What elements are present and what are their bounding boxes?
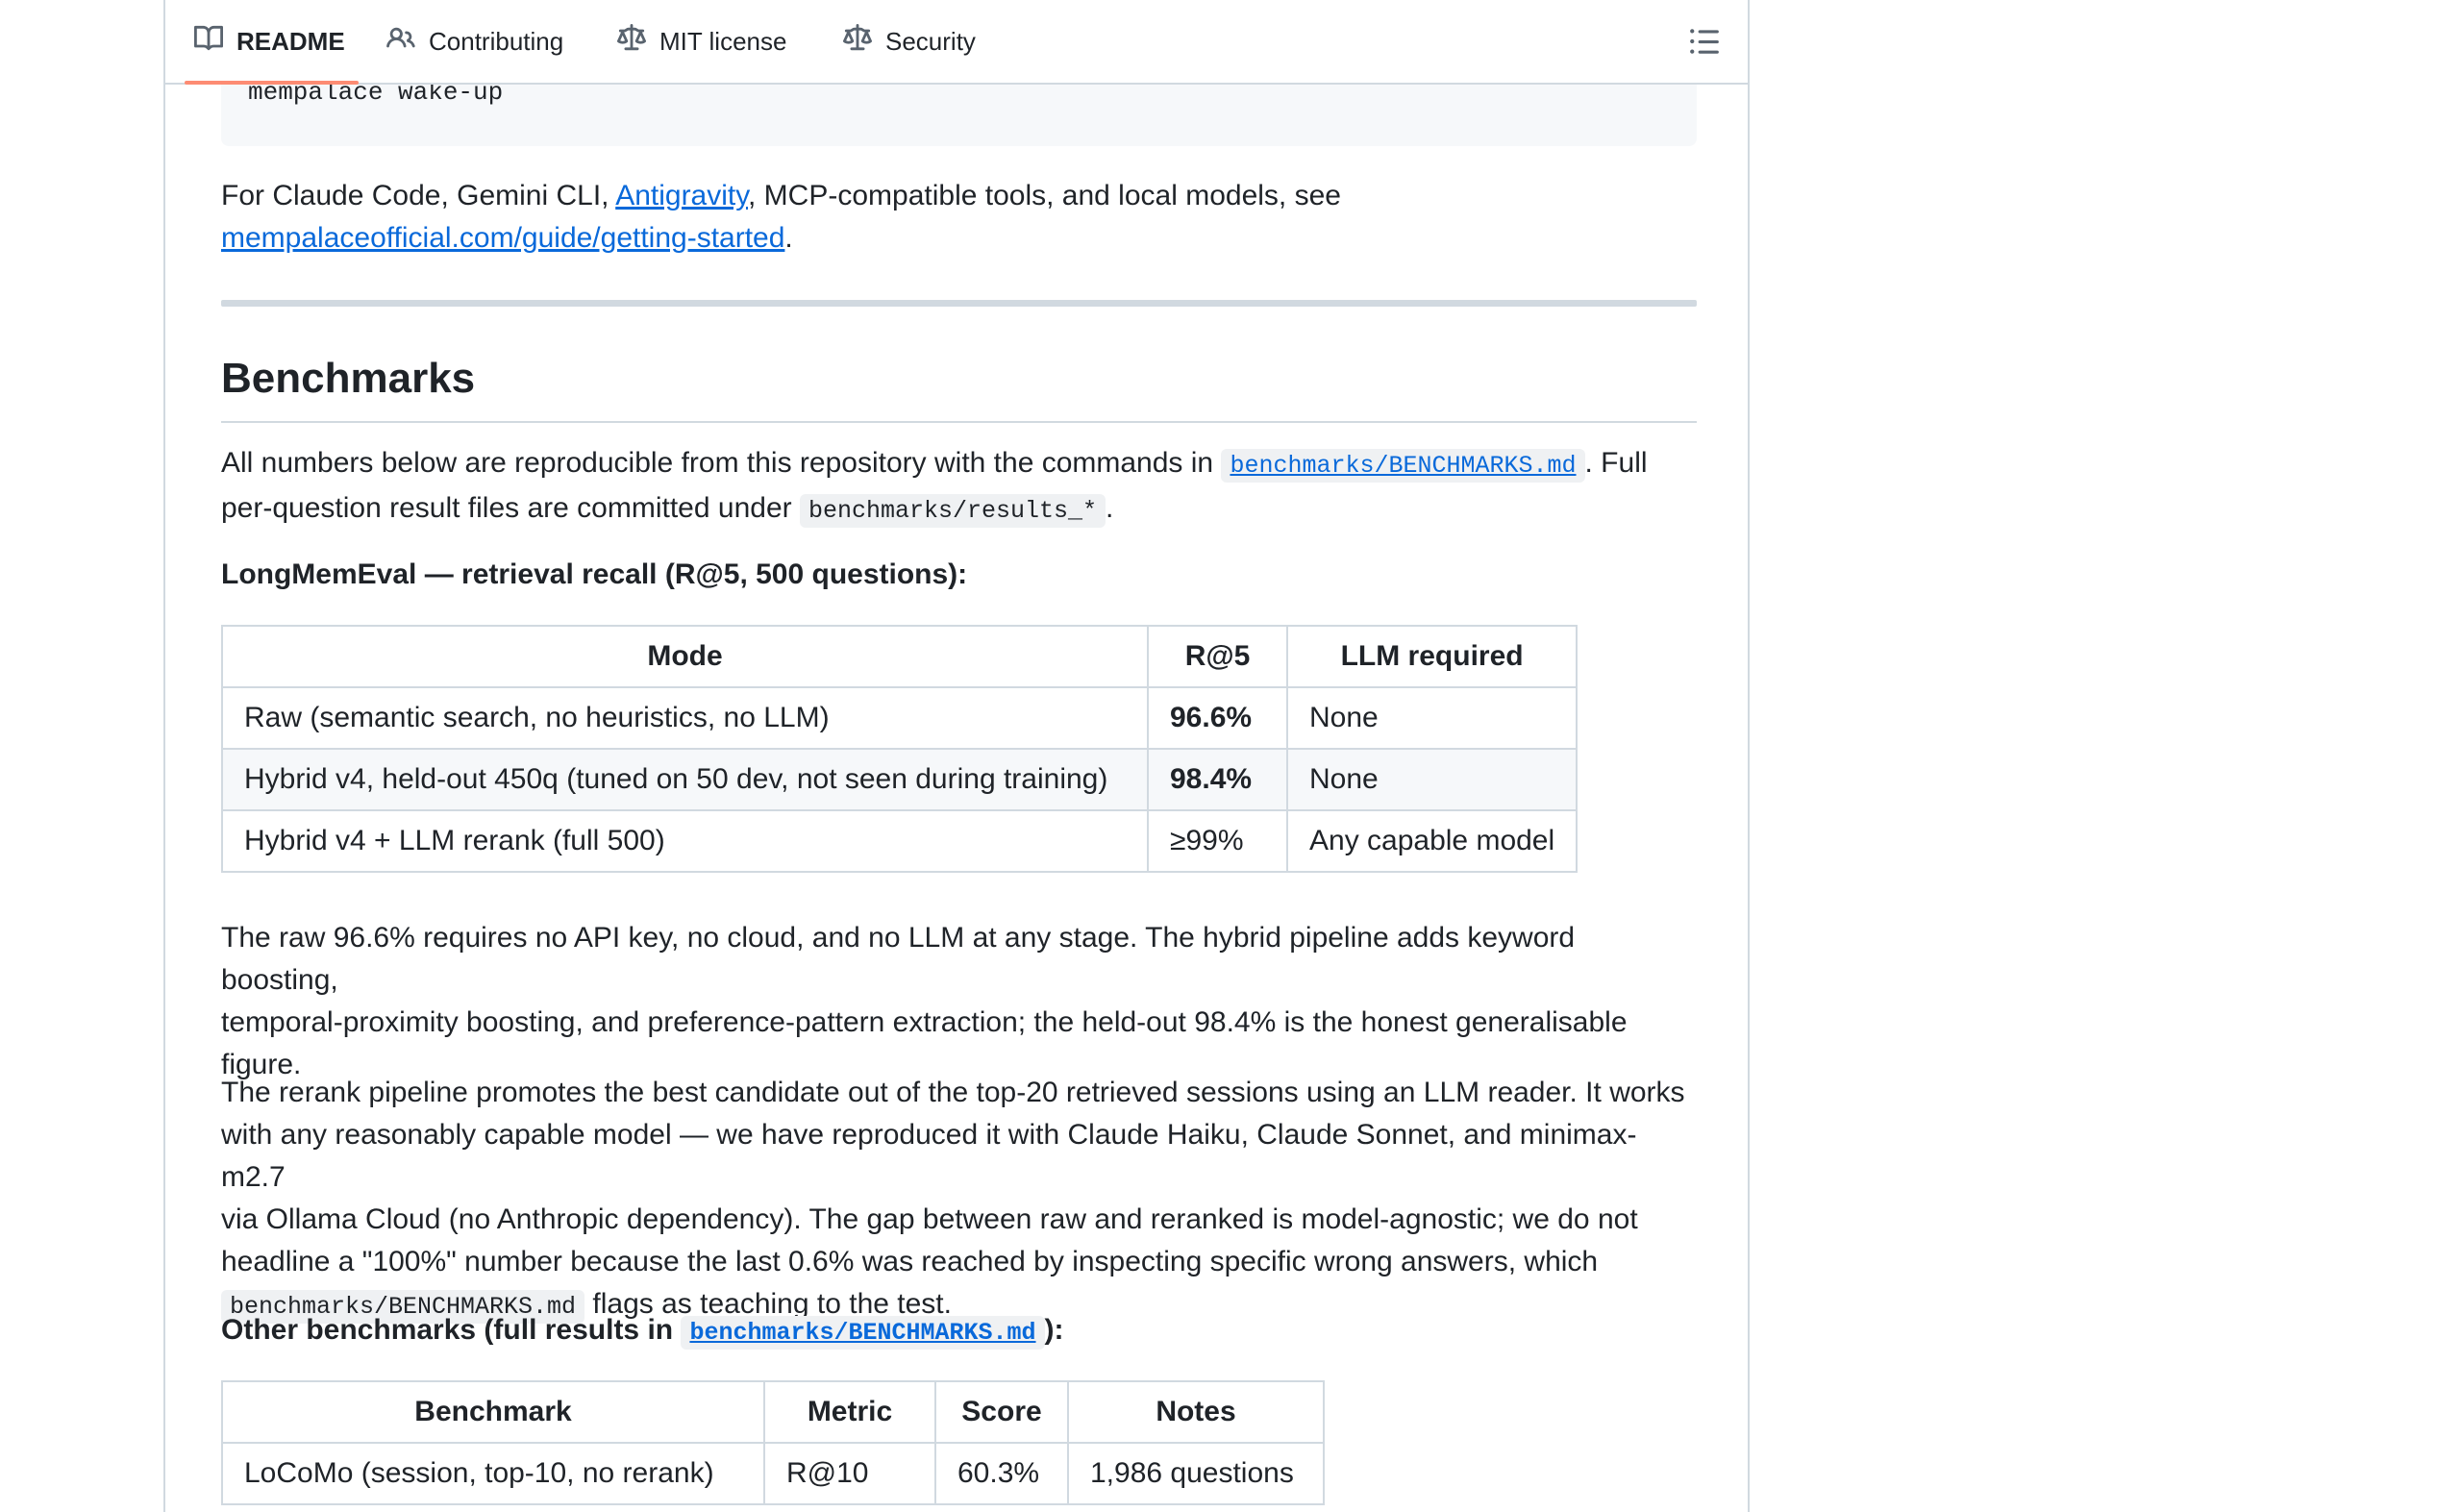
column-header: Benchmark <box>221 1380 765 1444</box>
tab-readme-label: README <box>236 26 345 56</box>
rerank-explanation-paragraph: The rerank pipeline promotes the best ca… <box>221 1072 1697 1328</box>
table-cell: 98.4% <box>1147 748 1288 811</box>
intro-text: For Claude Code, Gemini CLI, <box>221 180 616 211</box>
table-cell: 1,986 questions <box>1067 1442 1325 1505</box>
list-icon[interactable] <box>1688 25 1721 58</box>
table-header-row: Mode R@5 LLM required <box>221 625 1579 688</box>
divider <box>221 300 1697 307</box>
column-header: R@5 <box>1147 625 1288 688</box>
table-row: LoCoMo (session, top-10, no rerank) R@10… <box>221 1442 1325 1505</box>
paragraph-line: temporal-proximity boosting, and prefere… <box>221 1006 1628 1038</box>
paragraph-line: via Ollama Cloud (no Anthropic dependenc… <box>221 1203 1638 1235</box>
antigravity-link[interactable]: Antigravity <box>615 180 748 211</box>
benchmarks-md-link-2[interactable]: benchmarks/BENCHMARKS.md <box>681 1316 1045 1350</box>
benchmarks-intro: All numbers below are reproducible from … <box>221 442 1697 533</box>
paragraph-line: The rerank pipeline promotes the best ca… <box>221 1077 1685 1108</box>
book-icon <box>194 24 236 60</box>
table-cell: R@10 <box>763 1442 936 1505</box>
readme-tab-bar: README Contributing MIT license Security <box>165 0 1748 85</box>
table-cell: None <box>1285 686 1579 750</box>
intro-paragraph: For Claude Code, Gemini CLI, Antigravity… <box>221 175 1697 260</box>
tab-mit-license[interactable]: MIT license <box>617 0 786 83</box>
law-icon <box>617 23 659 60</box>
table-cell: None <box>1285 748 1579 811</box>
table-cell: 96.6% <box>1147 686 1288 750</box>
table-header-row: Benchmark Metric Score Notes <box>221 1380 1325 1444</box>
people-icon <box>386 24 429 60</box>
paragraph-line: The raw 96.6% requires no API key, no cl… <box>221 922 1576 996</box>
table-cell: Raw (semantic search, no heuristics, no … <box>221 686 1149 750</box>
column-header: Metric <box>763 1380 936 1444</box>
benchmarks-intro-text-2: . Full <box>1584 447 1648 479</box>
table-cell: Any capable model <box>1285 809 1579 873</box>
benchmarks-intro-text: All numbers below are reproducible from … <box>221 447 1222 479</box>
column-header: Notes <box>1067 1380 1325 1444</box>
readme-panel: README Contributing MIT license Security… <box>163 0 1750 1512</box>
table-cell: Hybrid v4 + LLM rerank (full 500) <box>221 809 1149 873</box>
longmemeval-title: LongMemEval — retrieval recall (R@5, 500… <box>221 558 968 590</box>
intro-text-2: , MCP-compatible tools, and local models… <box>748 180 1341 211</box>
tab-contributing[interactable]: Contributing <box>386 0 563 83</box>
intro-text-end: . <box>784 222 793 254</box>
law-icon <box>843 23 885 60</box>
paragraph-line: with any reasonably capable model — we h… <box>221 1119 1637 1193</box>
tab-security-label: Security <box>885 26 976 56</box>
tab-contributing-label: Contributing <box>429 26 564 56</box>
getting-started-link[interactable]: mempalaceofficial.com/guide/getting-star… <box>221 222 784 254</box>
table-row: Hybrid v4 + LLM rerank (full 500) ≥99% A… <box>221 809 1579 873</box>
benchmarks-intro-text-3: per-question result files are committed … <box>221 492 800 524</box>
benchmarks-md-link[interactable]: benchmarks/BENCHMARKS.md <box>1221 449 1585 483</box>
column-header: Score <box>934 1380 1069 1444</box>
other-title-text: Other benchmarks (full results in <box>221 1314 682 1346</box>
benchmarks-heading: Benchmarks <box>221 350 1697 423</box>
column-header: LLM required <box>1285 625 1579 688</box>
table-cell: LoCoMo (session, top-10, no rerank) <box>221 1442 765 1505</box>
other-benchmarks-title: Other benchmarks (full results in benchm… <box>221 1309 1697 1354</box>
table-cell: 60.3% <box>934 1442 1069 1505</box>
other-title-end: ): <box>1044 1314 1064 1346</box>
paragraph-line: headline a "100%" number because the las… <box>221 1246 1599 1277</box>
benchmarks-intro-end: . <box>1106 492 1114 524</box>
table-row: Hybrid v4, held-out 450q (tuned on 50 de… <box>221 748 1579 811</box>
table-row: Raw (semantic search, no heuristics, no … <box>221 686 1579 750</box>
tab-readme[interactable]: README <box>185 0 359 85</box>
longmemeval-table: Mode R@5 LLM required Raw (semantic sear… <box>221 625 1579 873</box>
other-benchmarks-table: Benchmark Metric Score Notes LoCoMo (ses… <box>221 1380 1325 1505</box>
column-header: Mode <box>221 625 1149 688</box>
raw-explanation-paragraph: The raw 96.6% requires no API key, no cl… <box>221 917 1697 1086</box>
tab-security[interactable]: Security <box>843 0 976 83</box>
tab-mit-license-label: MIT license <box>659 26 787 56</box>
table-cell: ≥99% <box>1147 809 1288 873</box>
table-cell: Hybrid v4, held-out 450q (tuned on 50 de… <box>221 748 1149 811</box>
results-path-code: benchmarks/results_* <box>799 494 1106 528</box>
